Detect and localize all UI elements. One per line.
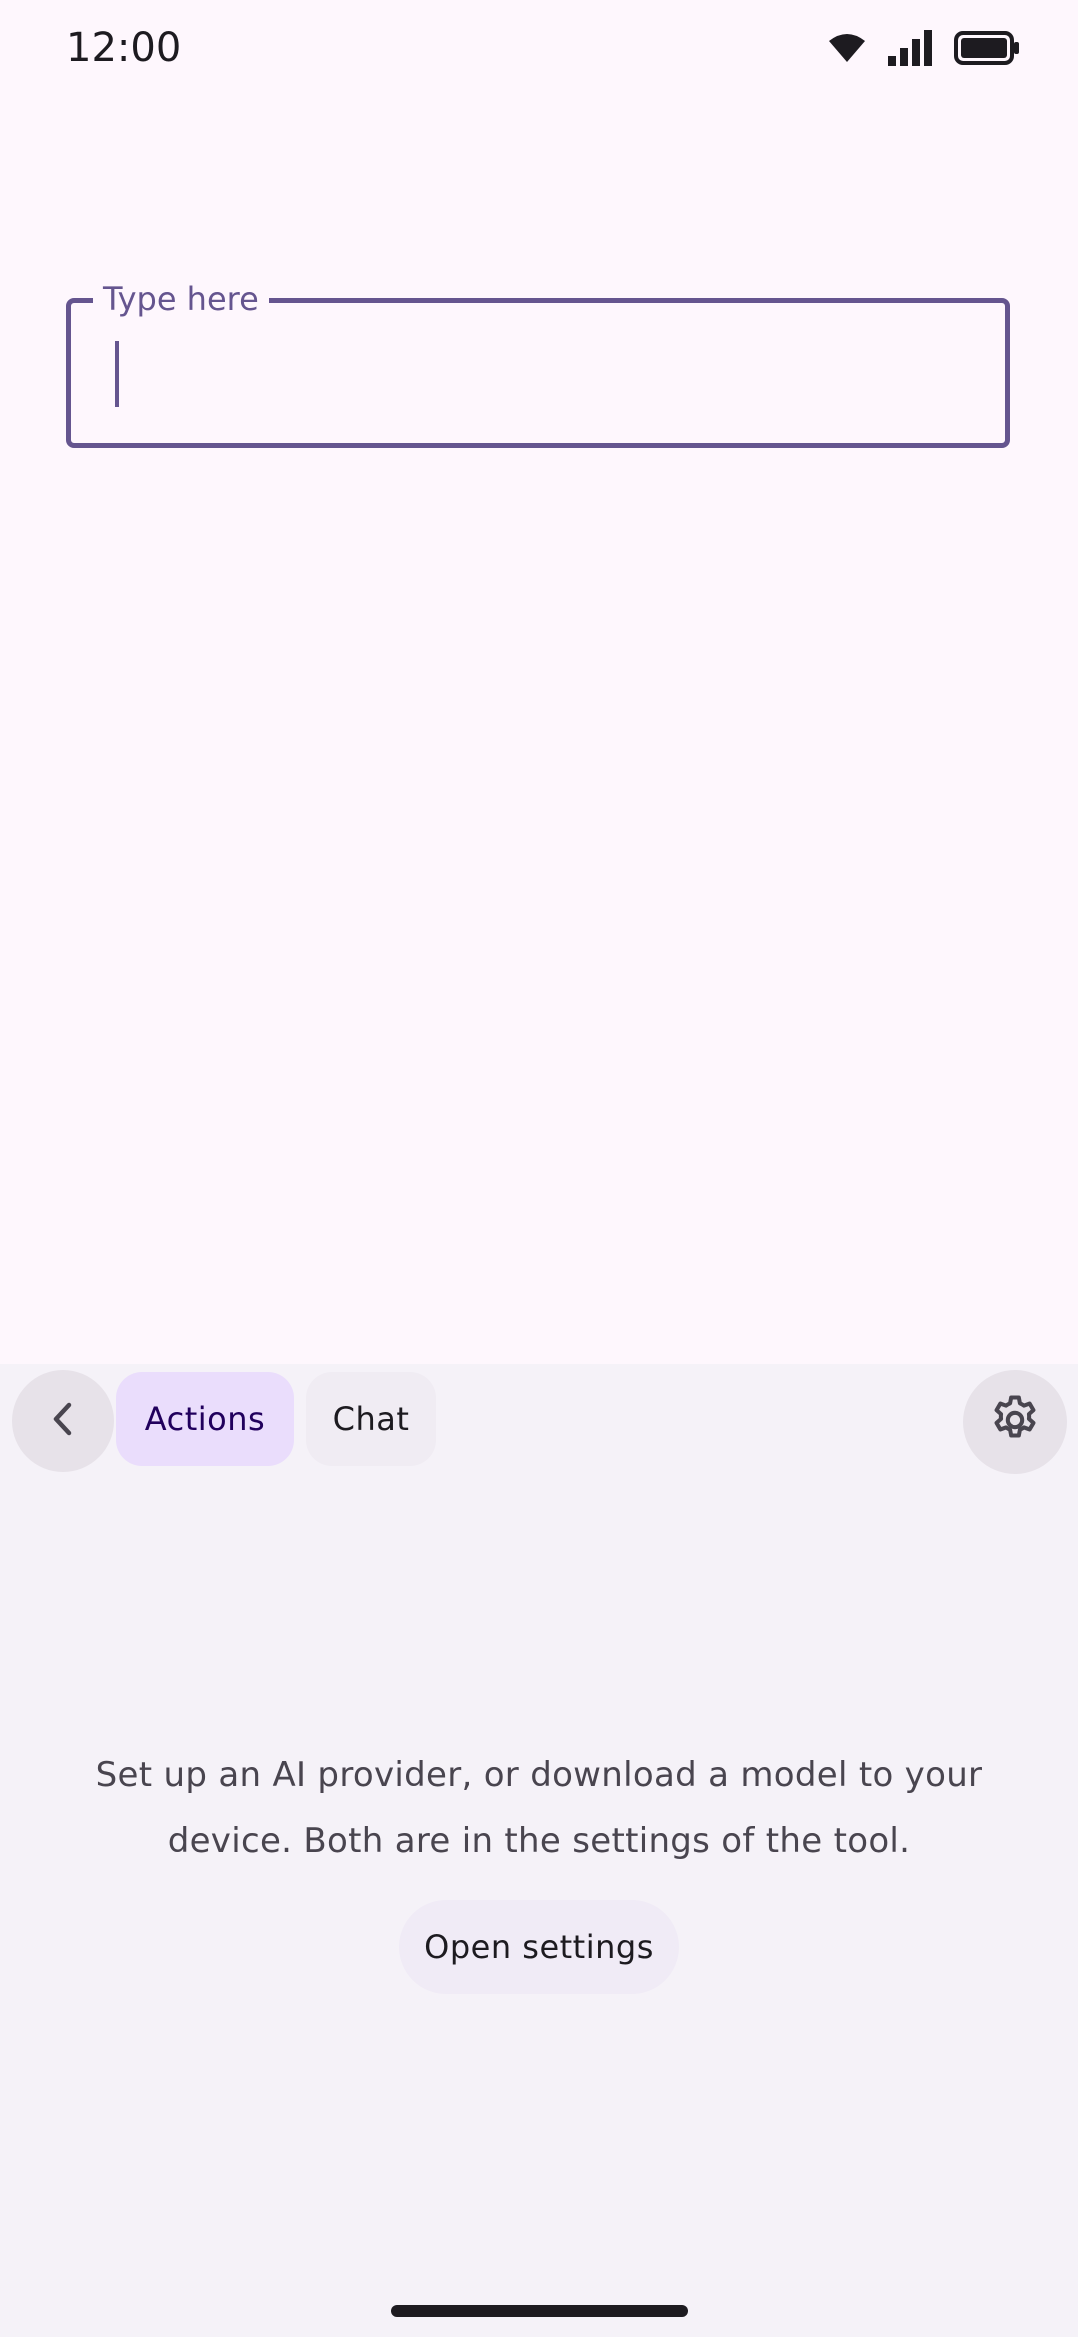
text-input-field[interactable]: Type here xyxy=(66,279,1010,448)
text-input[interactable] xyxy=(109,339,969,409)
tab-chat[interactable]: Chat xyxy=(306,1372,436,1466)
text-caret xyxy=(115,341,119,407)
text-field-label: Type here xyxy=(93,279,269,319)
home-indicator[interactable] xyxy=(391,2305,688,2317)
battery-icon xyxy=(954,31,1020,65)
gear-icon xyxy=(988,1393,1042,1451)
tab-actions-label: Actions xyxy=(144,1400,266,1438)
settings-button[interactable] xyxy=(963,1370,1067,1474)
open-settings-label: Open settings xyxy=(424,1928,654,1966)
open-settings-button[interactable]: Open settings xyxy=(399,1900,679,1994)
tab-chat-label: Chat xyxy=(332,1400,410,1438)
setup-message: Set up an AI provider, or download a mod… xyxy=(95,1755,983,1861)
wifi-icon xyxy=(828,33,866,63)
cellular-signal-icon xyxy=(888,30,932,66)
status-icons xyxy=(828,28,1020,68)
status-bar: 12:00 xyxy=(0,0,1078,96)
status-time: 12:00 xyxy=(66,25,182,71)
back-button[interactable] xyxy=(12,1370,114,1472)
tab-actions[interactable]: Actions xyxy=(116,1372,294,1466)
chevron-left-icon xyxy=(48,1401,78,1441)
assistant-panel: Actions Chat Set up an AI provider, or d… xyxy=(0,1364,1078,2337)
